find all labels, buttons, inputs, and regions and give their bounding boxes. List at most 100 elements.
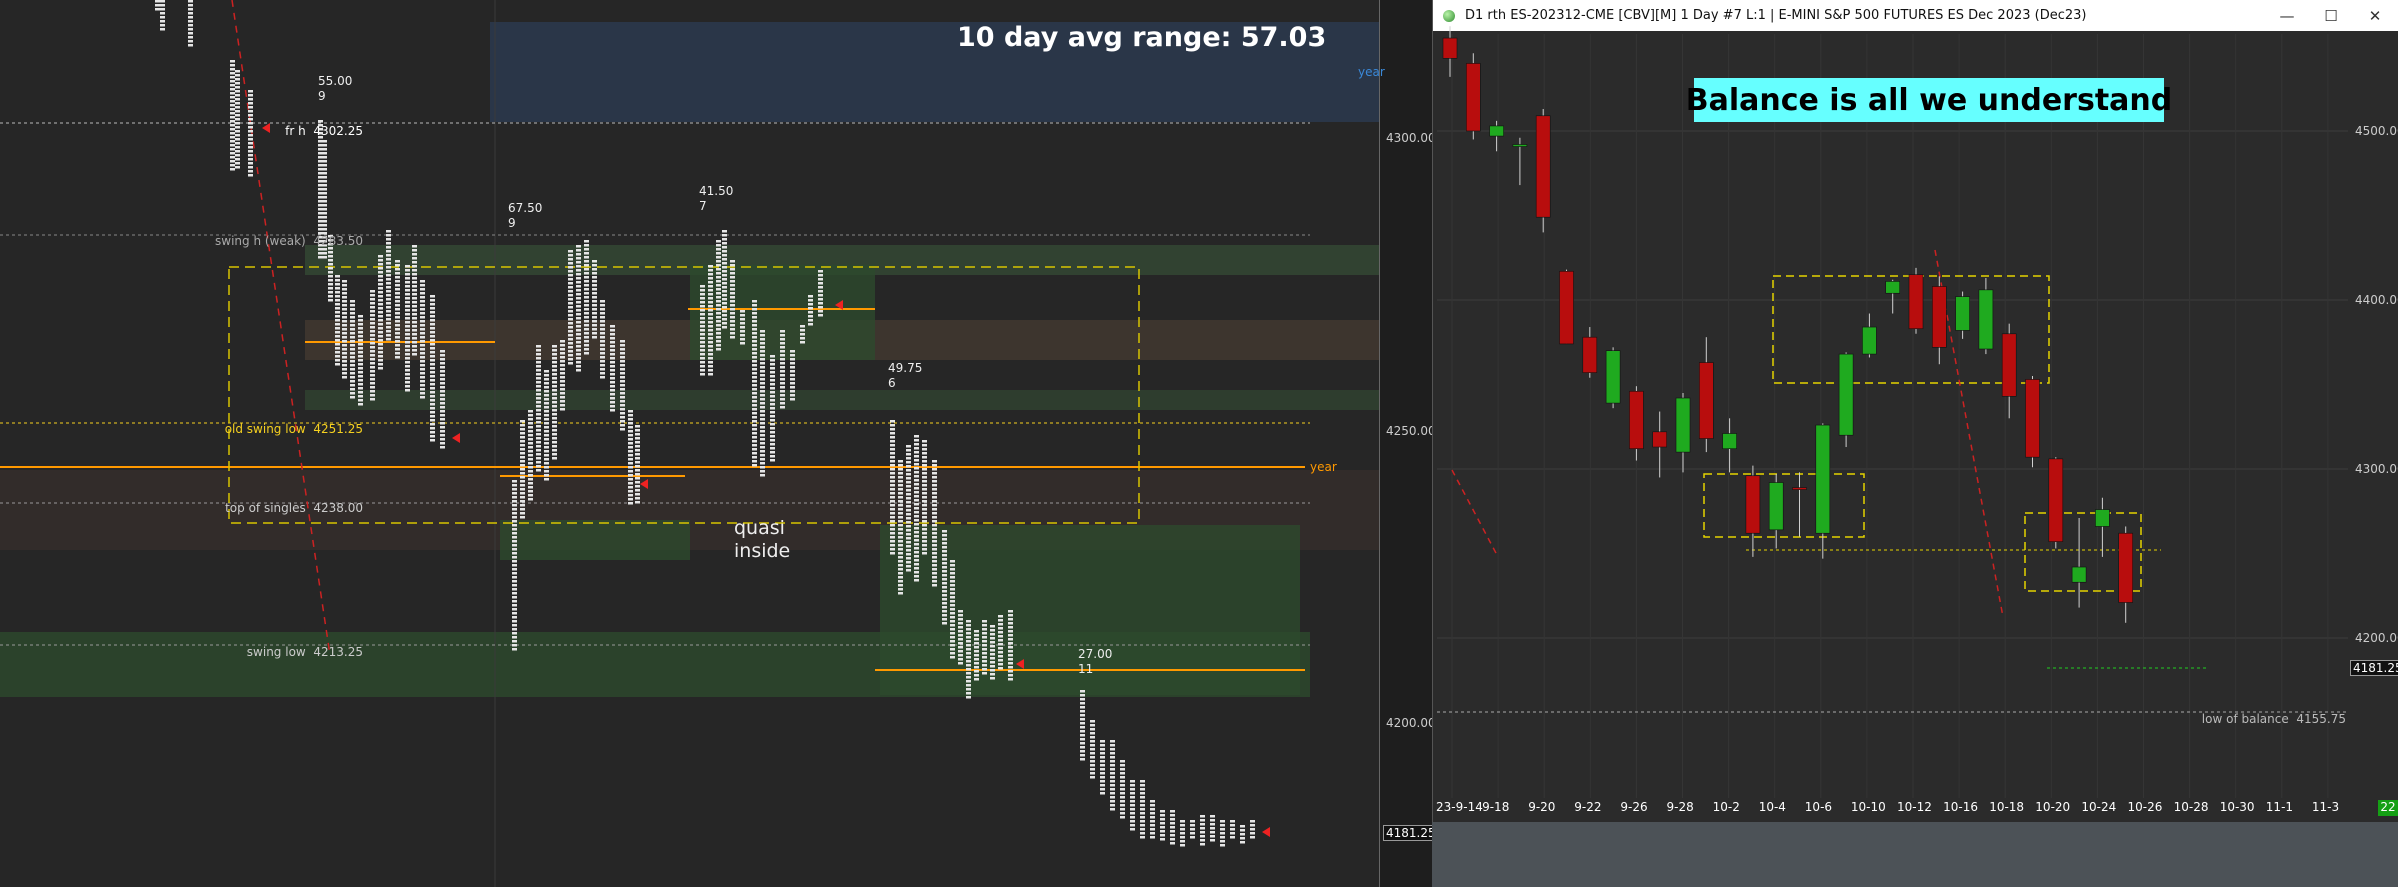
tpo-mark bbox=[890, 464, 895, 467]
tpo-mark bbox=[760, 374, 765, 377]
tpo-mark bbox=[420, 292, 425, 295]
minimize-button[interactable]: — bbox=[2265, 0, 2309, 31]
tpo-mark bbox=[628, 450, 633, 453]
tpo-mark bbox=[966, 684, 971, 687]
tpo-mark bbox=[1220, 824, 1225, 827]
tpo-mark bbox=[890, 548, 895, 551]
tpo-mark bbox=[700, 305, 705, 308]
tpo-mark bbox=[378, 347, 383, 350]
tpo-mark bbox=[386, 278, 391, 281]
tpo-mark bbox=[584, 240, 589, 243]
window-title-bar[interactable]: D1 rth ES-202312-CME [CBV][M] 1 Day #7 L… bbox=[1433, 0, 2398, 31]
tpo-mark bbox=[395, 304, 400, 307]
tpo-mark bbox=[235, 150, 240, 153]
tpo-mark bbox=[770, 371, 775, 374]
tpo-mark bbox=[322, 184, 327, 187]
tpo-mark bbox=[716, 268, 721, 271]
tpo-mark bbox=[512, 588, 517, 591]
tpo-mark bbox=[770, 399, 775, 402]
tpo-mark bbox=[1140, 808, 1145, 811]
tpo-mark bbox=[730, 336, 735, 339]
tpo-mark bbox=[974, 646, 979, 649]
tpo-mark bbox=[520, 444, 525, 447]
tpo-mark bbox=[370, 342, 375, 345]
tpo-mark bbox=[610, 389, 615, 392]
market-profile-panel[interactable]: 10 day avg range: 57.03 year fr h 4302.2… bbox=[0, 0, 1439, 887]
tpo-mark bbox=[188, 0, 193, 3]
tpo-mark bbox=[420, 308, 425, 311]
tpo-mark bbox=[752, 440, 757, 443]
tpo-mark bbox=[342, 320, 347, 323]
tpo-mark bbox=[1130, 804, 1135, 807]
tpo-mark bbox=[958, 646, 963, 649]
tpo-mark bbox=[600, 320, 605, 323]
tpo-mark bbox=[584, 328, 589, 331]
tpo-mark bbox=[335, 283, 340, 286]
tpo-mark bbox=[576, 333, 581, 336]
tpo-mark bbox=[512, 536, 517, 539]
tpo-mark bbox=[378, 283, 383, 286]
tpo-mark bbox=[235, 98, 240, 101]
tpo-mark bbox=[405, 353, 410, 356]
tpo-mark bbox=[395, 352, 400, 355]
right-price-tick: 4400.00 bbox=[2355, 293, 2398, 307]
tpo-mark bbox=[544, 370, 549, 373]
tpo-mark bbox=[770, 379, 775, 382]
tpo-mark bbox=[620, 344, 625, 347]
tpo-mark bbox=[730, 316, 735, 319]
tpo-mark bbox=[440, 374, 445, 377]
tpo-mark bbox=[248, 94, 253, 97]
tpo-mark bbox=[378, 255, 383, 258]
tpo-mark bbox=[635, 489, 640, 492]
tpo-mark bbox=[635, 461, 640, 464]
right-current-price: 4181.25 bbox=[2350, 660, 2398, 676]
tpo-mark bbox=[1150, 820, 1155, 823]
tpo-mark bbox=[1100, 784, 1105, 787]
tpo-mark bbox=[780, 374, 785, 377]
tpo-mark bbox=[1170, 842, 1175, 845]
close-button[interactable]: ✕ bbox=[2353, 0, 2397, 31]
tpo-mark bbox=[716, 344, 721, 347]
maximize-button[interactable]: ☐ bbox=[2309, 0, 2353, 31]
tpo-mark bbox=[350, 328, 355, 331]
tpo-mark bbox=[922, 476, 927, 479]
tpo-mark bbox=[990, 633, 995, 636]
tpo-mark bbox=[932, 504, 937, 507]
tpo-mark bbox=[536, 389, 541, 392]
tpo-mark bbox=[1008, 622, 1013, 625]
tpo-mark bbox=[922, 452, 927, 455]
tpo-mark bbox=[512, 572, 517, 575]
tpo-mark bbox=[752, 332, 757, 335]
tpo-mark bbox=[635, 497, 640, 500]
tpo-mark bbox=[716, 348, 721, 351]
daily-chart-window[interactable]: D1 rth ES-202312-CME [CBV][M] 1 Day #7 L… bbox=[1432, 0, 2398, 887]
profile-label: 55.00 9 bbox=[318, 74, 353, 103]
tpo-mark bbox=[378, 331, 383, 334]
tpo-mark bbox=[890, 528, 895, 531]
tpo-mark bbox=[1180, 836, 1185, 839]
tpo-mark bbox=[560, 388, 565, 391]
tpo-mark bbox=[708, 269, 713, 272]
tpo-mark bbox=[740, 334, 745, 337]
tpo-mark bbox=[790, 358, 795, 361]
tpo-mark bbox=[420, 324, 425, 327]
tpo-mark bbox=[235, 94, 240, 97]
tpo-mark bbox=[405, 305, 410, 308]
tpo-mark bbox=[950, 584, 955, 587]
tpo-mark bbox=[370, 386, 375, 389]
tpo-mark bbox=[248, 90, 253, 93]
tpo-mark bbox=[906, 509, 911, 512]
tpo-mark bbox=[752, 452, 757, 455]
zone-green-4 bbox=[0, 632, 1310, 697]
tpo-mark bbox=[592, 276, 597, 279]
tpo-mark bbox=[560, 384, 565, 387]
tpo-mark bbox=[716, 248, 721, 251]
tpo-mark bbox=[620, 372, 625, 375]
tpo-mark bbox=[620, 340, 625, 343]
tpo-mark bbox=[722, 246, 727, 249]
tpo-mark bbox=[716, 288, 721, 291]
tpo-mark bbox=[230, 72, 235, 75]
tpo-mark bbox=[560, 340, 565, 343]
tpo-mark bbox=[230, 152, 235, 155]
tpo-mark bbox=[922, 492, 927, 495]
